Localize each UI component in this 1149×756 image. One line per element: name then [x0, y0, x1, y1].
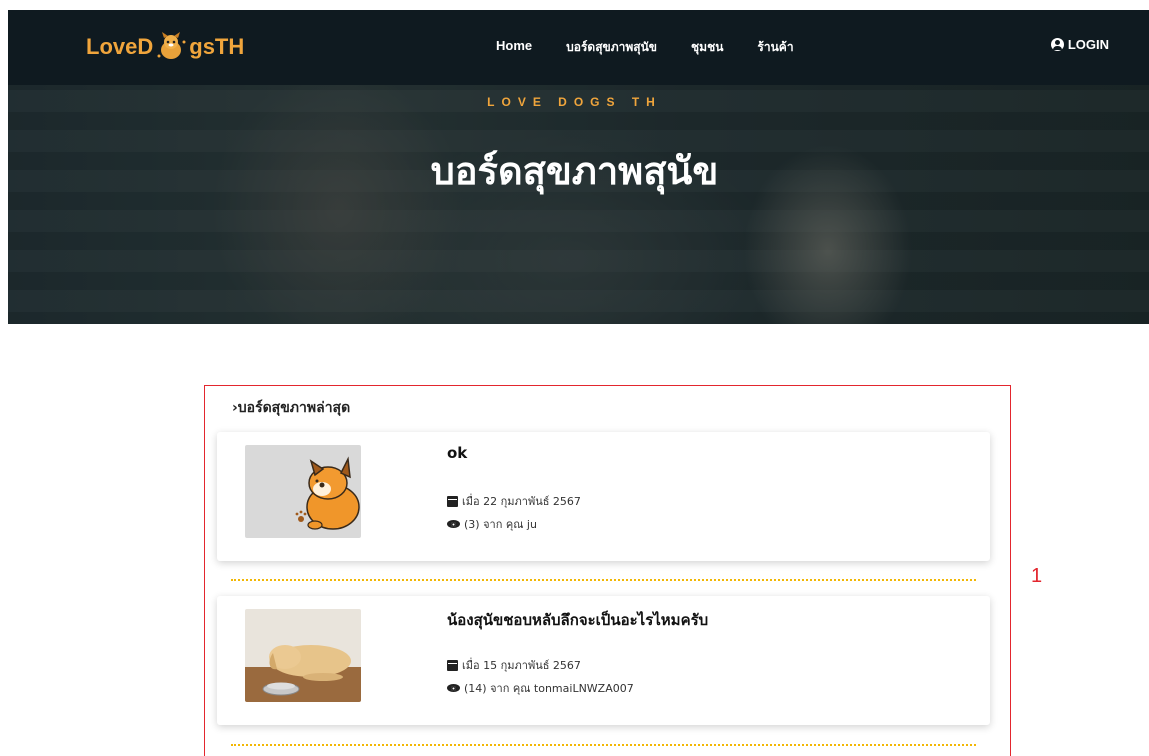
login-label: LOGIN — [1067, 37, 1109, 52]
calendar-icon — [447, 495, 458, 507]
post-meta-text: (3) จาก คุณ ju — [464, 518, 537, 531]
nav-shop[interactable]: ร้านค้า — [757, 38, 793, 57]
post-meta: (14) จาก คุณ tonmaiLNWZA007 — [447, 679, 634, 697]
post-card[interactable]: ok เมื่อ 22 กุมภาพันธ์ 2567 (3) จาก คุณ … — [217, 432, 990, 561]
site-logo[interactable]: LoveD gsTH — [86, 32, 244, 62]
nav-menu: Home บอร์ดสุขภาพสุนัข ชุมชน ร้านค้า — [496, 38, 828, 57]
calendar-icon — [447, 659, 458, 671]
post-date-text: เมื่อ 15 กุมภาพันธ์ 2567 — [462, 659, 581, 672]
nav-community[interactable]: ชุมชน — [691, 38, 723, 57]
eye-icon — [447, 520, 460, 528]
nav-home[interactable]: Home — [496, 38, 532, 57]
annotation-label: 1 — [1031, 565, 1043, 587]
post-date-text: เมื่อ 22 กุมภาพันธ์ 2567 — [462, 495, 581, 508]
logo-text-right: gsTH — [189, 34, 245, 59]
eye-icon — [447, 684, 460, 692]
post-thumbnail[interactable] — [245, 609, 361, 702]
post-date: เมื่อ 22 กุมภาพันธ์ 2567 — [447, 492, 581, 510]
dotted-divider — [231, 579, 976, 581]
post-card[interactable]: น้องสุนัขชอบหลับลึกจะเป็นอะไรไหมครับ เมื… — [217, 596, 990, 725]
login-button[interactable]: LOGIN — [1050, 37, 1109, 52]
post-meta-text: (14) จาก คุณ tonmaiLNWZA007 — [464, 682, 634, 695]
latest-board-section: ›บอร์ดสุขภาพล่าสุด ok เมื่อ 22 กุมภาพันธ… — [204, 385, 1011, 756]
page-title: บอร์ดสุขภาพสุนัข — [430, 149, 719, 193]
nav-health-board[interactable]: บอร์ดสุขภาพสุนัข — [566, 38, 657, 57]
logo-text-left: LoveD — [86, 34, 154, 59]
hero-subtitle: LOVE DOGS TH — [487, 95, 662, 109]
post-thumbnail[interactable] — [245, 445, 361, 538]
user-circle-icon — [1050, 38, 1064, 51]
post-title[interactable]: ok — [447, 444, 467, 462]
post-title[interactable]: น้องสุนัขชอบหลับลึกจะเป็นอะไรไหมครับ — [447, 608, 708, 632]
post-meta: (3) จาก คุณ ju — [447, 515, 537, 533]
dotted-divider — [231, 744, 976, 746]
top-navbar: LoveD gsTH Home บอร์ดสุขภาพสุนัข ชุมชน ร… — [8, 10, 1149, 85]
post-date: เมื่อ 15 กุมภาพันธ์ 2567 — [447, 656, 581, 674]
dog-logo-icon — [155, 32, 187, 62]
section-heading: ›บอร์ดสุขภาพล่าสุด — [232, 400, 351, 416]
